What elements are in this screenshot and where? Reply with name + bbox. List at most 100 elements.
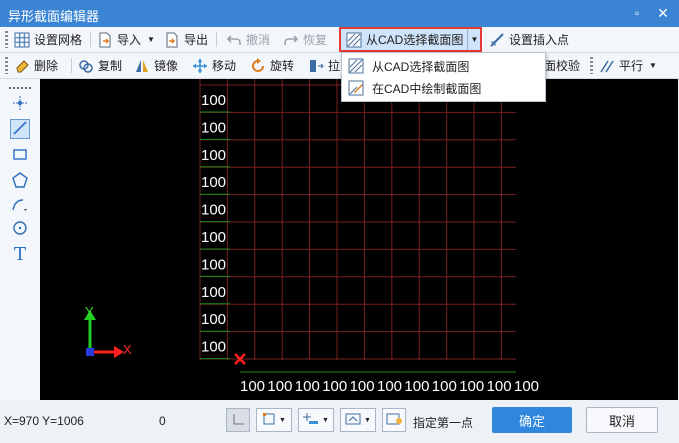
mirror-icon (134, 58, 150, 74)
rotate-button[interactable]: 旋转 (250, 55, 294, 76)
copy-button[interactable]: 复制 (78, 55, 122, 76)
ortho-toggle[interactable] (226, 408, 250, 432)
line-icon (12, 120, 28, 139)
rectangle-tool[interactable] (10, 145, 30, 165)
cad-section-icon (348, 58, 364, 74)
chevron-down-icon[interactable]: ▼ (279, 417, 286, 424)
mirror-button[interactable]: 镜像 (134, 55, 178, 76)
toolbar-grip[interactable] (5, 31, 8, 48)
value-readout: 0 (159, 414, 166, 428)
cad-dropdown-menu: 从CAD选择截面图 在CAD中绘制截面图 (341, 52, 546, 102)
set-insert-point-button[interactable]: 设置插入点 (489, 29, 569, 50)
column-dimension-label: 100 (267, 378, 292, 395)
set-grid-label: 设置网格 (34, 33, 83, 47)
parallel-label: 平行 (619, 59, 644, 73)
redo-button[interactable]: 恢复 (283, 29, 327, 50)
point-snap-dropdown[interactable]: ▼ (298, 408, 334, 432)
separator (216, 32, 217, 47)
line-tool[interactable] (10, 119, 30, 139)
column-dimension-label: 100 (487, 378, 512, 395)
hint-toggle[interactable] (382, 408, 406, 432)
column-dimension-label: 100 (240, 378, 265, 395)
move-button[interactable]: 移动 (192, 55, 236, 76)
column-dimension-label: 100 (514, 378, 539, 395)
row-dimension-label: 100 (201, 92, 226, 109)
export-button[interactable]: 导出 (164, 29, 208, 50)
drawing-tools-panel: T (0, 79, 40, 400)
set-grid-button[interactable]: 设置网格 (14, 29, 82, 50)
ok-button[interactable]: 确定 (492, 407, 572, 433)
import-button[interactable]: 导入 ▼ (97, 29, 155, 50)
separator (71, 58, 72, 73)
drawing-canvas[interactable]: 100 100 100 100 100 100 100 100 100 100 100 100 100 1… (40, 79, 678, 400)
pentagon-icon (12, 171, 28, 191)
eraser-icon (14, 58, 30, 74)
rotate-label: 旋转 (270, 59, 295, 73)
stretch-icon (308, 58, 324, 74)
grid-icon (14, 32, 30, 48)
toolbar-grip[interactable] (590, 57, 593, 74)
chevron-down-icon[interactable]: ▼ (467, 29, 481, 50)
toolbar-grip[interactable] (9, 87, 31, 89)
row-dimension-label: 100 (201, 311, 226, 328)
toolbar-grip[interactable] (5, 57, 8, 74)
snap-dropdown[interactable]: ▼ (256, 408, 292, 432)
cad-section-icon (346, 32, 362, 48)
menu-item-select-from-cad[interactable]: 从CAD选择截面图 (342, 55, 545, 77)
draw-section-icon (348, 80, 364, 96)
edit-toolbar: 删除 复制 镜像 移动 旋转 拉 面校验 平行 ▼ (0, 53, 679, 79)
cancel-button[interactable]: 取消 (586, 407, 658, 433)
chevron-down-icon[interactable]: ▼ (649, 61, 657, 70)
polygon-tool[interactable] (10, 171, 30, 191)
row-dimension-label: 100 (201, 174, 226, 191)
move-icon (192, 58, 208, 74)
undo-button[interactable]: 撤消 (226, 29, 270, 50)
prompt-text: 指定第一点 (413, 416, 474, 430)
stretch-button[interactable]: 拉 (308, 55, 340, 76)
parallel-button[interactable]: 平行 ▼ (599, 55, 657, 76)
display-icon (345, 412, 361, 429)
insert-point-icon (489, 32, 505, 48)
column-dimension-label: 100 (459, 378, 484, 395)
y-axis-label: Y (85, 304, 94, 319)
column-dimension-label: 100 (295, 378, 320, 395)
close-icon[interactable]: ✕ (654, 4, 672, 22)
circle-icon (12, 220, 28, 239)
row-dimension-label: 100 (201, 256, 226, 273)
menu-item-draw-in-cad[interactable]: 在CAD中绘制截面图 (342, 77, 545, 99)
restore-icon[interactable]: ▫ (628, 4, 646, 22)
text-icon: T (13, 243, 26, 265)
import-icon (97, 32, 113, 48)
chevron-down-icon[interactable]: ▼ (364, 417, 371, 424)
point-tool[interactable] (10, 94, 30, 114)
mirror-label: 镜像 (154, 59, 179, 73)
chevron-down-icon[interactable]: ▼ (322, 417, 329, 424)
chevron-down-icon[interactable]: ▼ (147, 35, 155, 44)
redo-icon (283, 32, 299, 48)
text-tool[interactable]: T (10, 243, 30, 265)
select-from-cad-label: 从CAD选择截面图 (366, 33, 464, 47)
set-insert-point-label: 设置插入点 (509, 33, 570, 47)
title-bar: 异形截面编辑器 ▫ ✕ (0, 0, 679, 27)
row-dimension-label: 100 (201, 202, 226, 219)
arc-tool[interactable] (10, 196, 30, 216)
hint-icon (386, 412, 402, 429)
snap-icon (262, 412, 276, 429)
redo-label: 恢复 (303, 33, 328, 47)
column-dimension-label: 100 (350, 378, 375, 395)
menu-item-label: 从CAD选择截面图 (372, 59, 470, 74)
undo-icon (226, 32, 242, 48)
column-dimension-label: 100 (432, 378, 457, 395)
select-from-cad-button[interactable]: 从CAD选择截面图 ▼ (339, 27, 482, 52)
coordinate-readout: X=970 Y=1006 (4, 414, 84, 428)
check-button[interactable]: 面校验 (544, 55, 580, 76)
parallel-icon (599, 58, 615, 74)
stretch-label: 拉 (328, 59, 341, 73)
row-dimension-label: 100 (201, 229, 226, 246)
delete-button[interactable]: 删除 (14, 55, 58, 76)
rotate-icon (250, 57, 266, 74)
display-dropdown[interactable]: ▼ (340, 408, 376, 432)
export-label: 导出 (184, 33, 209, 47)
row-dimension-label: 100 (201, 119, 226, 136)
circle-tool[interactable] (10, 219, 30, 239)
